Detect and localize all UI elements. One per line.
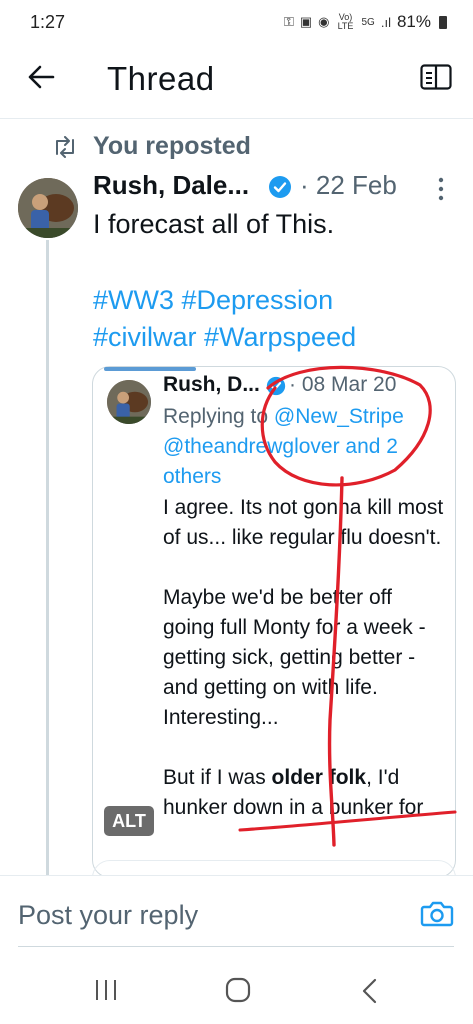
header — [0, 50, 473, 114]
alt-badge[interactable]: ALT — [104, 806, 154, 836]
recent-apps-icon[interactable] — [92, 978, 120, 1002]
network-label: Vo) LTE — [337, 12, 354, 31]
key-icon: ⚿ — [283, 14, 294, 29]
para3-prefix: But if I was — [163, 766, 272, 789]
hotspot-icon: ◉ — [318, 14, 330, 29]
para3-bold: older folk — [271, 766, 367, 789]
verified-badge-icon — [269, 176, 291, 198]
repost-label: You reposted — [93, 132, 251, 160]
reader-mode-icon[interactable] — [420, 64, 452, 90]
repost-icon — [56, 136, 74, 158]
quoted-author-name[interactable]: Rush, D... — [163, 373, 260, 397]
status-time: 1:27 — [30, 12, 66, 32]
page-title: Thread — [107, 60, 215, 97]
avatar[interactable] — [18, 178, 78, 238]
lock-icon: ▣ — [299, 14, 313, 29]
author-name[interactable]: Rush, Dale... — [93, 170, 249, 201]
camera-icon[interactable] — [420, 898, 454, 928]
tweet-text: I forecast all of This. — [93, 209, 335, 239]
network-5g-label: 5G — [361, 16, 375, 28]
reply-input[interactable]: Post your reply — [18, 900, 198, 931]
quoted-date: · 08 Mar 20 — [289, 373, 397, 396]
quoted-paragraph-1: I agree. Its not gonna kill most of us..… — [163, 496, 444, 549]
tweet-date: · 22 Feb — [300, 170, 397, 200]
status-icons: ⚿ ▣ ◉ Vo) LTE 5G .ıl 81% — [284, 12, 447, 32]
battery-icon — [439, 15, 447, 29]
home-icon[interactable] — [225, 977, 251, 1003]
back-arrow-icon[interactable] — [26, 62, 56, 92]
card-accent-bar — [104, 367, 196, 371]
mention-link-2[interactable]: @theandrewglover and 2 others — [163, 435, 398, 488]
thread-line — [46, 240, 49, 880]
header-divider — [0, 118, 473, 119]
quoted-body: I agree. Its not gonna kill most of us..… — [163, 493, 448, 853]
battery-percent: 81% — [396, 12, 431, 31]
hashtag-line-1[interactable]: #WW3 #Depression — [93, 282, 463, 319]
quoted-avatar[interactable] — [107, 380, 151, 424]
replying-to: Replying to @New_Stripe @theandrewglover… — [163, 402, 448, 492]
quoted-paragraph-3: But if I was older folk, I'd hunker down… — [163, 763, 448, 823]
quoted-paragraph-2: Maybe we'd be better off going full Mont… — [163, 586, 426, 729]
tweet-hashtags: #WW3 #Depression #civilwar #Warpspeed — [93, 282, 463, 356]
system-back-icon[interactable] — [360, 978, 380, 1004]
signal-icon: .ıl — [380, 14, 391, 30]
hashtag-line-2[interactable]: #civilwar #Warpspeed — [93, 319, 463, 356]
replying-prefix: Replying to — [163, 405, 274, 428]
mention-link-1[interactable]: @New_Stripe — [274, 405, 404, 428]
quoted-verified-badge-icon — [266, 376, 286, 396]
more-options-icon[interactable] — [436, 176, 446, 202]
reply-input-underline — [18, 946, 454, 947]
